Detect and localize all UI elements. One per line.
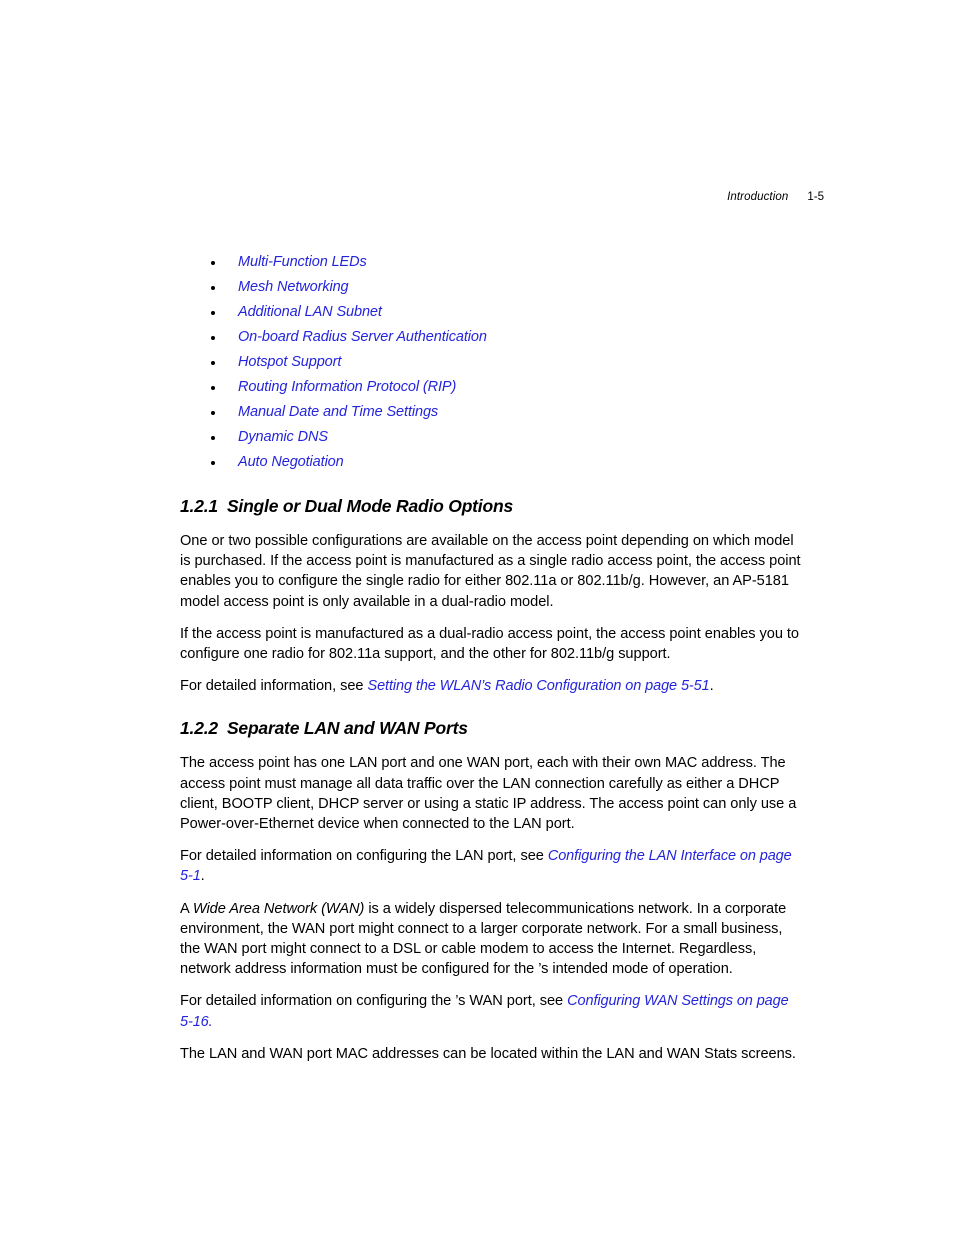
xref-tail-text: . <box>200 868 205 885</box>
wan-term-italic: Wide Area Network (WAN) <box>192 900 365 917</box>
paragraph-wan-xref: For detailed information on configuring … <box>180 991 802 1031</box>
bullet-icon <box>211 386 215 390</box>
feature-link[interactable]: On-board Radius Server Authentication <box>238 329 487 345</box>
feature-link[interactable]: Multi-Function LEDs <box>238 254 367 270</box>
bullet-icon <box>211 461 215 465</box>
feature-link-list: Multi-Function LEDs Mesh Networking Addi… <box>180 250 802 475</box>
bullet-icon <box>211 286 215 290</box>
document-page: Introduction 1-5 Multi-Function LEDs Mesh… <box>0 0 954 1235</box>
header-chapter-title: Introduction <box>727 191 789 203</box>
list-item[interactable]: Routing Information Protocol (RIP) <box>180 375 802 400</box>
list-item[interactable]: Manual Date and Time Settings <box>180 400 802 425</box>
bullet-icon <box>211 361 215 365</box>
paragraph-lan-wan-1: The access point has one LAN port and on… <box>180 755 797 833</box>
section-title: Separate LAN and WAN Ports <box>226 718 468 739</box>
xref-lead-text: For detailed information on configuring … <box>180 993 568 1010</box>
xref-lead-text: For detailed information, see <box>180 678 368 695</box>
feature-link[interactable]: Routing Information Protocol (RIP) <box>238 379 456 395</box>
bullet-icon <box>211 436 215 440</box>
page-header: Introduction 1-5 <box>0 190 824 204</box>
list-item[interactable]: Multi-Function LEDs <box>180 250 802 275</box>
section-title: Single or Dual Mode Radio Options <box>226 496 513 516</box>
section-number: 1.2.1 <box>180 496 218 516</box>
section-number: 1.2.2 <box>180 718 218 739</box>
paragraph-radio-options-2: If the access point is manufactured as a… <box>180 625 799 663</box>
paragraph-radio-options-1: One or two possible configurations are a… <box>180 533 801 610</box>
cross-reference-link-radio-config[interactable]: Setting the WLAN’s Radio Configuration o… <box>368 678 710 694</box>
bullet-icon <box>211 411 215 415</box>
paragraph-mac-addresses: The LAN and WAN port MAC addresses can b… <box>180 1045 796 1062</box>
feature-link[interactable]: Hotspot Support <box>238 354 341 370</box>
list-item[interactable]: Hotspot Support <box>180 350 802 375</box>
feature-link[interactable]: Mesh Networking <box>238 279 349 295</box>
list-item[interactable]: Additional LAN Subnet <box>180 300 802 325</box>
paragraph-radio-xref: For detailed information, see Setting th… <box>180 676 802 696</box>
list-item[interactable]: On-board Radius Server Authentication <box>180 325 802 350</box>
feature-link[interactable]: Additional LAN Subnet <box>238 304 382 320</box>
paragraph-wan-definition: A Wide Area Network (WAN) is a widely di… <box>180 899 802 980</box>
bullet-icon <box>211 336 215 340</box>
page-content: Multi-Function LEDs Mesh Networking Addi… <box>180 250 802 1064</box>
wan-text-lead: A <box>180 900 193 917</box>
bullet-icon <box>211 261 215 265</box>
section-heading-1-2-1: 1.2.1 Single or Dual Mode Radio Options <box>180 496 802 517</box>
feature-link[interactable]: Auto Negotiation <box>238 454 344 470</box>
paragraph-lan-xref: For detailed information on configuring … <box>180 846 802 886</box>
list-item[interactable]: Dynamic DNS <box>180 425 802 450</box>
feature-link[interactable]: Dynamic DNS <box>238 429 328 445</box>
xref-tail-text: . <box>709 678 714 695</box>
xref-lead-text: For detailed information on configuring … <box>180 848 548 865</box>
list-item[interactable]: Auto Negotiation <box>180 450 802 475</box>
bullet-icon <box>211 311 215 315</box>
section-heading-1-2-2: 1.2.2 Separate LAN and WAN Ports <box>180 718 802 739</box>
feature-link[interactable]: Manual Date and Time Settings <box>238 404 438 420</box>
header-page-number: 1-5 <box>807 191 824 203</box>
list-item[interactable]: Mesh Networking <box>180 275 802 300</box>
